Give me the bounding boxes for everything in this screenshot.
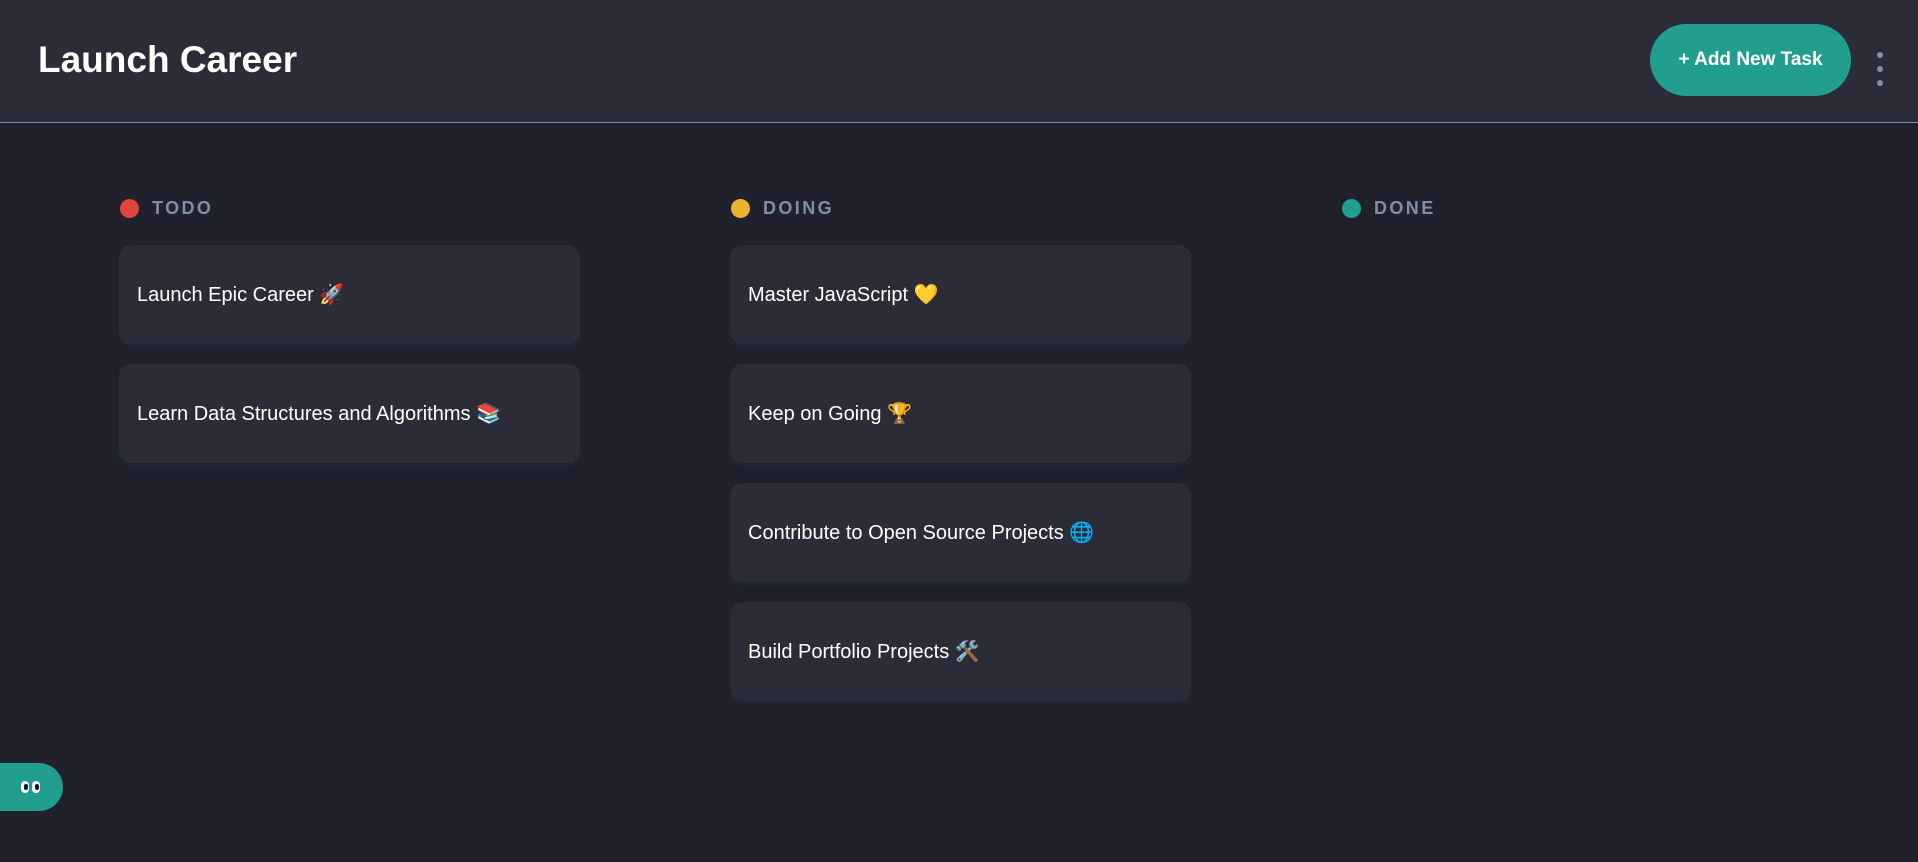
vertical-ellipsis-icon[interactable] <box>1872 52 1888 86</box>
column-title: TODO <box>152 198 214 218</box>
task-card[interactable]: Launch Epic Career 🚀 <box>119 245 580 344</box>
task-title: Keep on Going 🏆 <box>748 402 912 425</box>
column-title: DOING <box>763 198 835 218</box>
task-card[interactable]: Learn Data Structures and Algorithms 📚 <box>119 364 580 463</box>
task-title: Contribute to Open Source Projects 🌐 <box>748 521 1095 544</box>
board-header: Launch Career + Add New Task <box>0 0 1918 123</box>
add-new-task-button[interactable]: + Add New Task <box>1650 24 1851 96</box>
eye <box>21 781 29 793</box>
column-doing: DOING Master JavaScript 💛 Keep on Going … <box>730 196 1192 721</box>
column-done: DONE <box>1341 196 1803 245</box>
feedback-widget-button[interactable] <box>0 763 63 811</box>
column-todo: TODO Launch Epic Career 🚀 Learn Data Str… <box>119 196 581 483</box>
column-header: DONE <box>1342 196 1803 220</box>
task-card[interactable]: Master JavaScript 💛 <box>730 245 1191 344</box>
board-title: Launch Career <box>38 39 298 80</box>
ellipsis-dot <box>1877 66 1883 72</box>
column-status-dot <box>1342 198 1361 218</box>
column-title: DONE <box>1374 198 1436 218</box>
task-card[interactable]: Build Portfolio Projects 🛠️ <box>730 602 1191 701</box>
ellipsis-dot <box>1877 80 1883 86</box>
column-status-dot <box>120 198 139 218</box>
task-card[interactable]: Keep on Going 🏆 <box>730 364 1191 463</box>
ellipsis-dot <box>1877 52 1883 58</box>
task-title: Build Portfolio Projects 🛠️ <box>748 640 980 663</box>
task-title: Launch Epic Career 🚀 <box>137 283 345 306</box>
card-list: Master JavaScript 💛 Keep on Going 🏆 Cont… <box>730 245 1192 701</box>
task-title: Learn Data Structures and Algorithms 📚 <box>137 402 501 425</box>
column-status-dot <box>731 198 750 218</box>
eyes-icon <box>21 781 40 793</box>
task-card[interactable]: Contribute to Open Source Projects 🌐 <box>730 483 1191 582</box>
task-title: Master JavaScript 💛 <box>748 283 939 306</box>
column-header: DOING <box>731 196 1192 220</box>
card-list: Launch Epic Career 🚀 Learn Data Structur… <box>119 245 581 463</box>
column-header: TODO <box>120 196 581 220</box>
eye <box>32 781 40 793</box>
